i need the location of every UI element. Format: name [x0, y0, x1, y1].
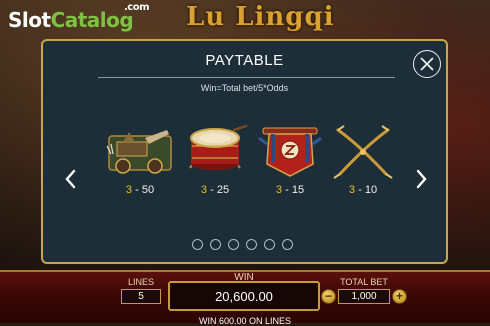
total-bet-value: 1,000	[338, 289, 390, 304]
chevron-left-icon	[65, 169, 76, 189]
win-lines-message: WIN 600.00 ON LINES	[198, 316, 292, 326]
odds-war-drum: 3 - 25	[180, 184, 250, 196]
next-page-button[interactable]	[415, 168, 429, 190]
previous-page-button[interactable]	[63, 168, 77, 190]
win-display: 20,600.00	[168, 281, 320, 311]
odds-value: 10	[364, 184, 378, 196]
paytable-subtitle: Win=Total bet/5*Odds	[200, 83, 289, 93]
lines-label: LINES	[127, 277, 154, 287]
page-dot-4[interactable]	[246, 239, 257, 250]
odds-separator: -	[207, 184, 217, 196]
decrease-bet-button[interactable]: −	[321, 289, 336, 304]
war-cart-icon	[106, 130, 172, 174]
win-value: 20,600.00	[215, 289, 273, 304]
page-dot-5[interactable]	[264, 239, 275, 250]
odds-banner: 3 - 15	[255, 184, 325, 196]
page-dot-1[interactable]	[192, 239, 203, 250]
odds-war-cart: 3 - 50	[105, 184, 175, 196]
bottom-control-bar: LINES 5 WIN 20,600.00 TOTAL BET − 1,000 …	[0, 270, 490, 326]
increase-bet-button[interactable]: +	[392, 289, 407, 304]
total-bet-label: TOTAL BET	[340, 277, 388, 287]
odds-separator: -	[282, 184, 292, 196]
banner-flag-icon	[258, 127, 322, 177]
odds-value: 50	[141, 184, 155, 196]
game-title: Lu Lingqi	[186, 2, 335, 32]
close-icon	[420, 57, 434, 71]
page-dot-2[interactable]	[210, 239, 221, 250]
paytable-dialog: PAYTABLE Win=Total bet/5*Odds 3 - 50 3 -…	[41, 39, 448, 264]
watermark-com: .com	[124, 2, 150, 13]
watermark-slot: Slot	[8, 8, 51, 32]
close-button[interactable]	[413, 50, 441, 78]
page-dot-3[interactable]	[228, 239, 239, 250]
paytable-title: PAYTABLE	[205, 52, 284, 69]
odds-value: 15	[291, 184, 305, 196]
war-drum-icon	[189, 124, 248, 170]
odds-separator: -	[355, 184, 365, 196]
watermark-catalog: Catalog	[50, 8, 134, 32]
odds-separator: -	[132, 184, 142, 196]
crossed-bows-icon	[333, 125, 393, 179]
odds-value: 25	[216, 184, 230, 196]
slotcatalog-watermark: SlotCatalog .com	[8, 2, 150, 32]
chevron-right-icon	[416, 169, 427, 189]
title-divider	[98, 77, 395, 78]
page-dot-6[interactable]	[282, 239, 293, 250]
odds-crossed-bows: 3 - 10	[328, 184, 398, 196]
lines-value[interactable]: 5	[121, 289, 161, 304]
